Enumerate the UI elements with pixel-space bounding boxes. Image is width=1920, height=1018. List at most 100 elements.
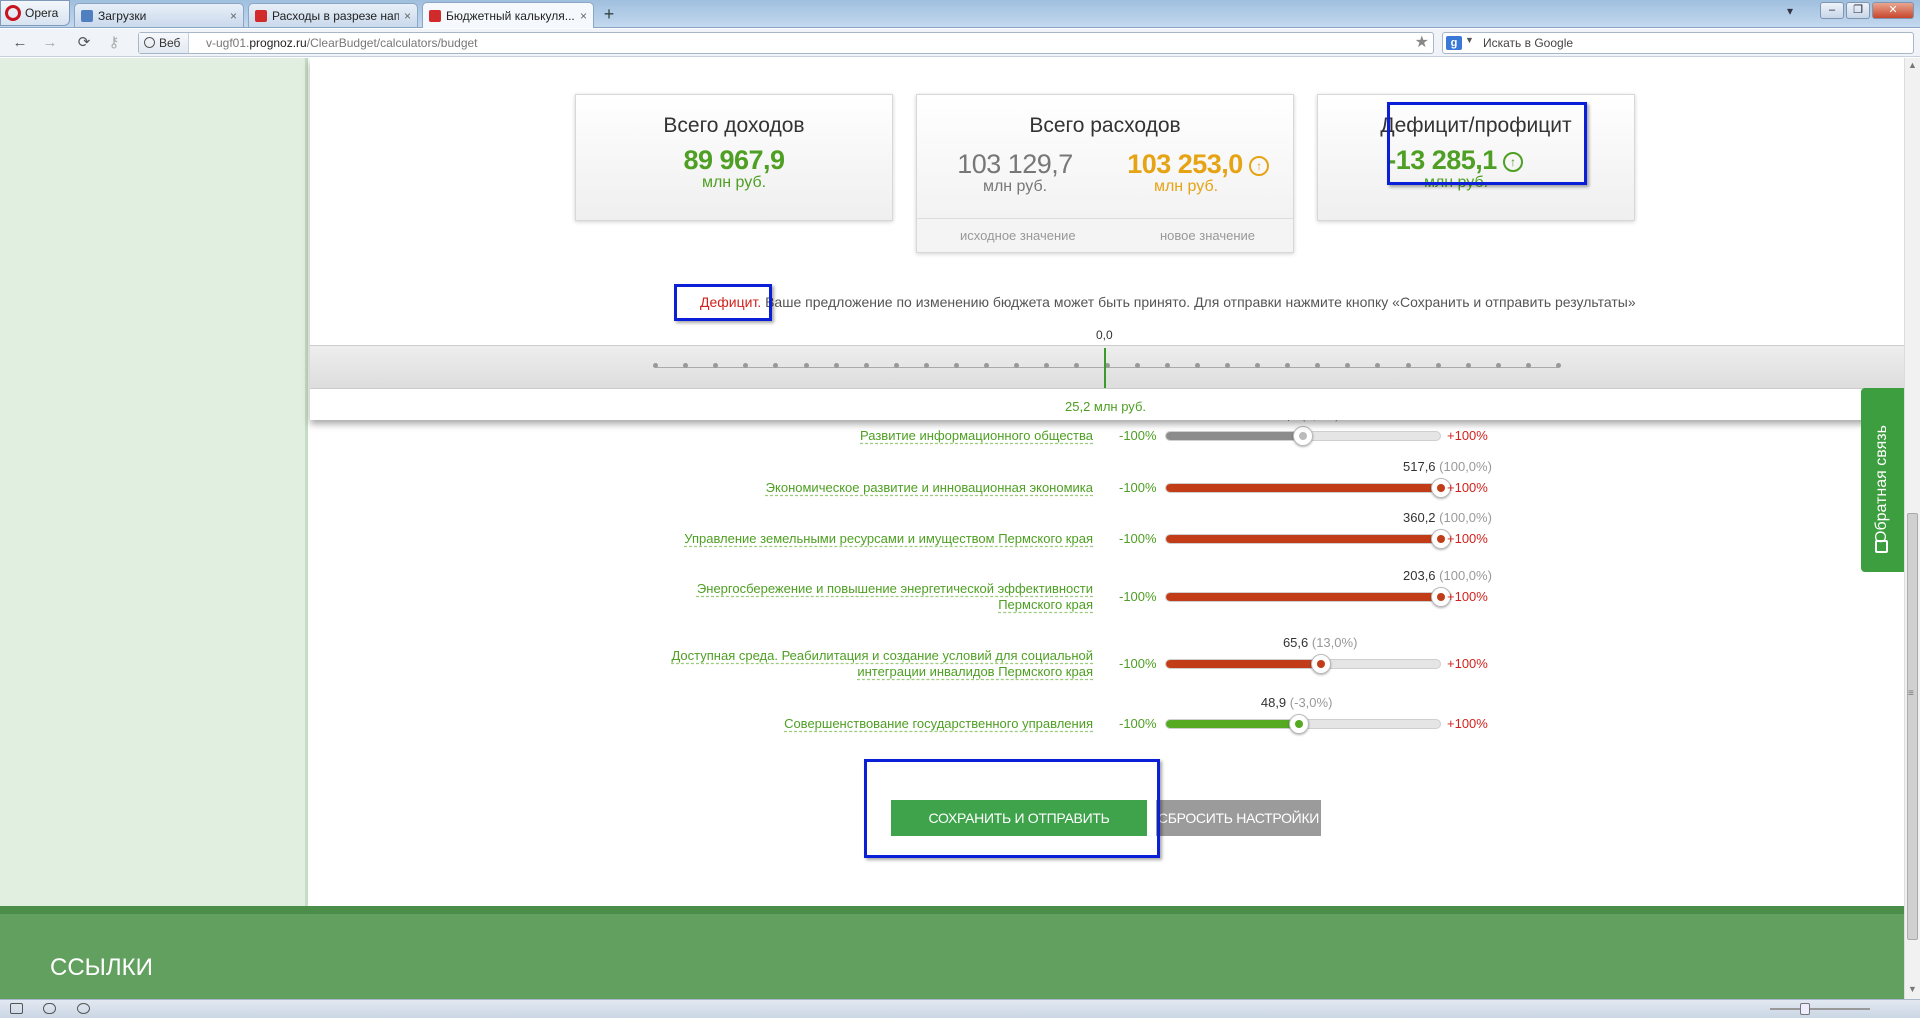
footer: ССЫЛКИ: [0, 906, 1904, 999]
bookmark-star-icon[interactable]: ★: [1415, 33, 1429, 53]
opera-menu-button[interactable]: Opera: [0, 0, 70, 26]
tab-title: Загрузки: [98, 8, 147, 23]
expenses-original-value: 103 129,7: [957, 149, 1073, 179]
speed-dial-icon[interactable]: [77, 1003, 90, 1014]
program-link[interactable]: Энергосбережение и повышение энергетичес…: [633, 581, 1093, 613]
page-scrollbar[interactable]: ▲ ≡ ▼: [1904, 58, 1920, 999]
zoom-slider-knob[interactable]: [1800, 1003, 1810, 1015]
slider-value: 203,6 (100,0%): [1403, 568, 1492, 583]
slider-amount: 360,2: [1403, 510, 1436, 525]
address-bar[interactable]: Веб v-ugf01.prognoz.ru/ClearBudget/calcu…: [138, 32, 1434, 54]
scale-tick: [1164, 363, 1170, 368]
slider-amount: 65,6: [1282, 635, 1309, 650]
scale-tick: [863, 363, 869, 368]
google-icon[interactable]: g: [1446, 36, 1462, 50]
back-arrow-icon[interactable]: ←: [10, 33, 30, 53]
tab-expenses[interactable]: Расходы в разрезе нап... ×: [248, 3, 418, 27]
close-tab-icon[interactable]: ×: [580, 9, 587, 23]
scale-tick: [893, 363, 899, 368]
slider-handle[interactable]: [1310, 654, 1331, 674]
reset-settings-button[interactable]: СБРОСИТЬ НАСТРОЙКИ: [1156, 800, 1321, 836]
slider-handle[interactable]: [1293, 426, 1313, 446]
expenses-new-unit: млн руб.: [1153, 178, 1219, 195]
wand-key-icon[interactable]: ⚷: [104, 33, 124, 53]
tab-title: Расходы в разрезе нап...: [272, 8, 399, 23]
page-favicon-icon: [255, 9, 267, 22]
expenses-title: Всего расходов: [1029, 114, 1181, 137]
tab-budget-calculator[interactable]: Бюджетный калькуля... ×: [422, 2, 594, 28]
url-prefix: v-ugf01.: [206, 36, 250, 50]
scroll-down-icon[interactable]: ▼: [1908, 984, 1917, 994]
minimize-button[interactable]: –: [1820, 2, 1844, 19]
slider-percent: (100,0%): [1439, 459, 1492, 474]
program-link[interactable]: Совершенствование государственного управ…: [633, 716, 1093, 732]
opera-logo-icon: [5, 5, 21, 21]
slider-track[interactable]: [1165, 483, 1441, 493]
highlight-box: [864, 759, 1160, 858]
slider-amount: 203,6: [1403, 568, 1436, 583]
slider-max-label: +100%: [1447, 480, 1488, 495]
cloud-icon[interactable]: [43, 1003, 56, 1014]
scale-tick: [1255, 363, 1260, 368]
program-link[interactable]: Управление земельными ресурсами и имущес…: [633, 531, 1093, 547]
slider-percent: (100,0%): [1439, 568, 1492, 583]
slider-max-label: +100%: [1447, 531, 1488, 546]
browser-tab-bar: Opera Загрузки × Расходы в разрезе нап..…: [0, 0, 1920, 28]
search-input[interactable]: Искать в Google: [1483, 33, 1573, 53]
tab-downloads[interactable]: Загрузки ×: [74, 3, 244, 27]
slider-value: 517,6 (100,0%): [1403, 459, 1492, 474]
slider-value: 48,9 (-3,0%): [1261, 695, 1333, 710]
slider-percent: (13,0%): [1311, 635, 1358, 650]
scrollbar-thumb[interactable]: [1907, 513, 1918, 940]
highlight-box: [1387, 102, 1587, 185]
scale-tick: [1465, 363, 1471, 368]
scale-tick: [1435, 363, 1441, 368]
slider-fill: [1166, 660, 1321, 668]
budget-notice: Дефицит. Ваше предложение по изменению б…: [700, 294, 1636, 310]
scroll-up-icon[interactable]: ▲: [1908, 60, 1917, 70]
page-favicon-icon: [429, 9, 441, 22]
slider-fill: [1166, 535, 1440, 543]
scale-value-label: 25,2 млн руб.: [1065, 399, 1147, 414]
program-link[interactable]: Доступная среда. Реабилитация и создание…: [633, 648, 1093, 680]
slider-track[interactable]: [1165, 659, 1441, 669]
slider-value: 65,6 (13,0%): [1283, 635, 1357, 650]
income-unit: млн руб.: [701, 174, 767, 191]
web-badge[interactable]: Веб: [139, 33, 190, 53]
browser-status-bar: [0, 999, 1920, 1018]
new-caption: новое значение: [1160, 228, 1255, 243]
close-window-button[interactable]: ✕: [1872, 2, 1914, 19]
feedback-tab[interactable]: Обратная связь: [1861, 388, 1904, 572]
program-link[interactable]: Развитие информационного общества: [633, 428, 1093, 444]
maximize-button[interactable]: ❐: [1846, 2, 1870, 19]
close-tab-icon[interactable]: ×: [404, 9, 411, 23]
close-tab-icon[interactable]: ×: [230, 9, 237, 23]
slider-handle[interactable]: [1288, 714, 1309, 734]
forward-arrow-icon[interactable]: →: [40, 33, 60, 53]
expenses-new: 103 253,0 ↑ млн руб.: [1113, 149, 1283, 196]
slider-track[interactable]: [1165, 592, 1441, 602]
scale-zero-label: 0,0: [1096, 328, 1113, 342]
budget-summary-panel: Всего доходов 89 967,9 млн руб. Всего ра…: [310, 58, 1904, 420]
feedback-label: Обратная связь: [1873, 425, 1890, 543]
new-tab-button[interactable]: +: [598, 3, 620, 25]
panel-toggle-icon[interactable]: [10, 1003, 23, 1014]
search-box[interactable]: g ▼ Искать в Google: [1442, 32, 1914, 54]
chevron-down-icon[interactable]: ▼: [1465, 35, 1474, 45]
highlight-box: [674, 284, 772, 321]
slider-min-label: -100%: [1119, 716, 1157, 731]
program-link[interactable]: Экономическое развитие и инновационная э…: [633, 480, 1093, 496]
scale-tick: [1194, 363, 1200, 368]
info-arrow-icon[interactable]: ↑: [1248, 155, 1269, 176]
scale-tick: [1134, 363, 1140, 368]
reload-icon[interactable]: ⟳: [74, 33, 94, 53]
slider-fill: [1166, 720, 1299, 728]
expenses-card: Всего расходов 103 129,7 млн руб. 103 25…: [916, 94, 1294, 253]
slider-min-label: -100%: [1119, 656, 1157, 671]
slider-min-label: -100%: [1119, 480, 1157, 495]
slider-track[interactable]: [1165, 534, 1441, 544]
url-text[interactable]: v-ugf01.prognoz.ru/ClearBudget/calculato…: [206, 33, 478, 53]
tab-list-chevron-icon[interactable]: ▾: [1787, 4, 1793, 18]
scale-tick: [1525, 363, 1531, 368]
zoom-slider-track[interactable]: [1770, 1008, 1870, 1010]
